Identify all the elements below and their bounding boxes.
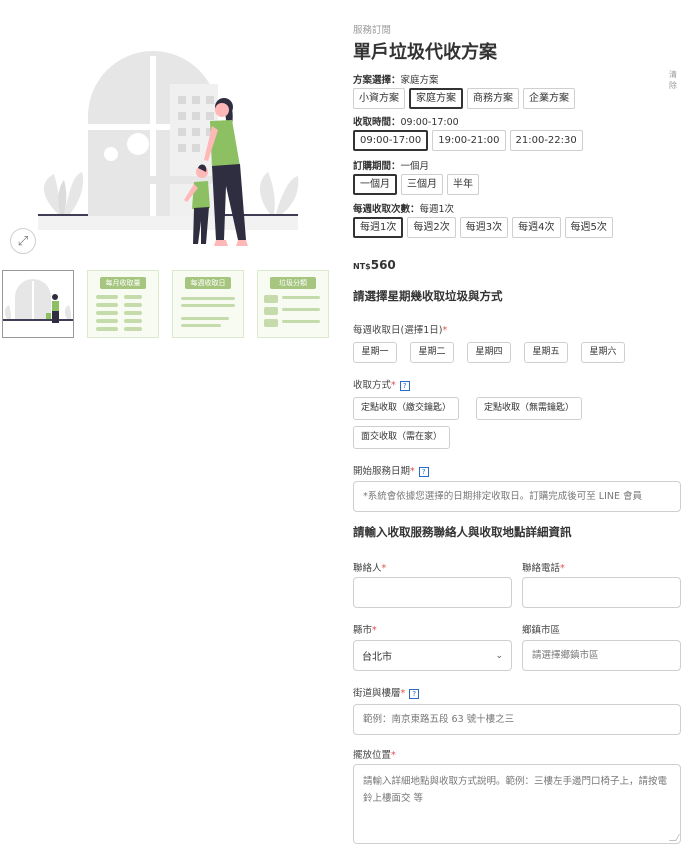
day-option[interactable]: 星期五 — [524, 342, 568, 363]
location-textarea[interactable] — [353, 764, 681, 844]
name-label: 聯絡人* — [353, 563, 387, 574]
street-input[interactable] — [353, 704, 681, 735]
day-option[interactable]: 星期一 — [353, 342, 397, 363]
plan-options: 小資方案 家庭方案 商務方案 企業方案 — [353, 88, 575, 109]
plan-option[interactable]: 家庭方案 — [409, 88, 463, 109]
product-main-image[interactable] — [0, 16, 336, 256]
district-label: 鄉鎮市區 — [522, 625, 561, 636]
help-icon[interactable]: ? — [399, 380, 410, 391]
thumbnail-4[interactable]: 垃圾分類 — [257, 270, 329, 338]
district-input[interactable] — [522, 640, 681, 671]
frequency-option[interactable]: 每週5次 — [564, 217, 613, 238]
thumbnail-strip: 每月收取量 每週收取日 垃圾分類 — [2, 270, 329, 338]
expand-arrows-icon: ⤢ — [17, 233, 29, 249]
time-option[interactable]: 09:00-17:00 — [353, 130, 429, 151]
frequency-option[interactable]: 每週1次 — [353, 217, 404, 238]
frequency-option[interactable]: 每週2次 — [407, 217, 456, 238]
plan-option[interactable]: 小資方案 — [353, 88, 405, 109]
clear-selection-link[interactable]: 清除 — [669, 69, 683, 91]
plan-label: 方案選擇：家庭方案 — [353, 75, 439, 86]
days-label: 每週收取日(選擇1日)* — [353, 325, 448, 336]
chevron-down-icon: ⌄ — [495, 650, 503, 661]
time-label: 收取時間：09:00-17:00 — [353, 117, 459, 128]
zoom-button[interactable]: ⤢ — [10, 228, 36, 254]
period-option[interactable]: 半年 — [447, 174, 479, 195]
location-label: 擺放位置* — [353, 750, 396, 761]
frequency-option[interactable]: 每週3次 — [459, 217, 509, 238]
day-option[interactable]: 星期六 — [581, 342, 625, 363]
county-select[interactable]: 台北市 ⌄ — [353, 640, 512, 671]
thumbnail-illustration — [3, 279, 73, 323]
method-option-in-person[interactable]: 面交收取（需在家） — [353, 426, 451, 449]
thumbnail-1[interactable] — [2, 270, 74, 338]
start-date-label: 開始服務日期*? — [353, 463, 429, 477]
contact-section-title: 請輸入收取服務聯絡人與收取地點詳細資訊 — [353, 525, 572, 539]
street-label: 街道與樓層*? — [353, 685, 420, 699]
method-option-key[interactable]: 定點收取（繳交鑰匙） — [353, 397, 460, 420]
thumbnail-2[interactable]: 每月收取量 — [87, 270, 159, 338]
plan-option[interactable]: 商務方案 — [467, 88, 519, 109]
breadcrumb[interactable]: 服務訂閱 — [353, 22, 391, 36]
start-date-input[interactable] — [353, 481, 681, 512]
period-option[interactable]: 一個月 — [353, 174, 397, 195]
schedule-section-title: 請選擇星期幾收取垃圾與方式 — [353, 289, 503, 303]
help-icon[interactable]: ? — [409, 688, 420, 699]
period-options: 一個月 三個月 半年 — [353, 174, 479, 195]
day-option[interactable]: 星期二 — [410, 342, 454, 363]
phone-label: 聯絡電話* — [522, 563, 565, 574]
period-label: 訂購期間：一個月 — [353, 161, 430, 172]
thumbnail-title: 垃圾分類 — [270, 277, 316, 289]
thumbnail-title: 每月收取量 — [100, 277, 146, 289]
help-icon[interactable]: ? — [418, 466, 429, 477]
thumbnail-3[interactable]: 每週收取日 — [172, 270, 244, 338]
frequency-option[interactable]: 每週4次 — [512, 217, 561, 238]
price: NT$560 — [353, 258, 396, 272]
time-options: 09:00-17:00 19:00-21:00 21:00-22:30 — [353, 130, 583, 151]
day-option[interactable]: 星期四 — [467, 342, 511, 363]
frequency-options: 每週1次 每週2次 每週3次 每週4次 每週5次 — [353, 217, 613, 238]
product-title: 單戶垃圾代收方案 — [353, 42, 497, 63]
phone-input[interactable] — [522, 577, 681, 608]
day-options: 星期一 星期二 星期四 星期五 星期六 — [353, 342, 625, 363]
method-label: 收取方式*? — [353, 377, 410, 391]
plan-option[interactable]: 企業方案 — [523, 88, 575, 109]
mother-child-illustration — [38, 51, 299, 246]
period-option[interactable]: 三個月 — [401, 174, 443, 195]
time-option[interactable]: 21:00-22:30 — [509, 130, 583, 151]
method-option-nokey[interactable]: 定點收取（無需鑰匙） — [476, 397, 583, 420]
name-input[interactable] — [353, 577, 512, 608]
time-option[interactable]: 19:00-21:00 — [432, 130, 506, 151]
thumbnail-title: 每週收取日 — [185, 277, 231, 289]
frequency-label: 每週收取次數：每週1次 — [353, 204, 455, 215]
county-label: 縣市* — [353, 625, 377, 636]
county-value: 台北市 — [362, 652, 392, 663]
